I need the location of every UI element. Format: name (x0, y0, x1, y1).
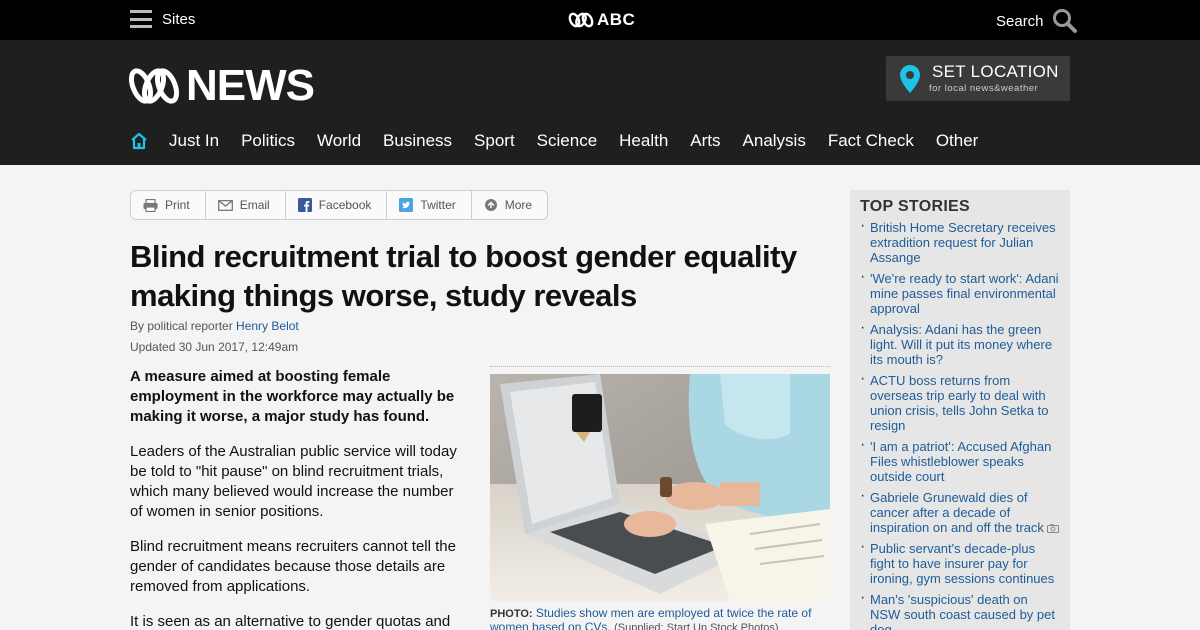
print-icon (143, 198, 158, 212)
top-stories-heading: TOP STORIES (860, 198, 971, 215)
top-story-link[interactable]: Man's 'suspicious' death on NSW south co… (860, 590, 1060, 630)
top-story-link[interactable]: British Home Secretary receives extradit… (860, 218, 1060, 265)
byline: By political reporter Henry Belot (130, 319, 299, 333)
abc-logo[interactable]: ABC (568, 10, 635, 30)
search-button[interactable]: Search (996, 8, 1078, 34)
article-body: A measure aimed at boosting female emplo… (130, 367, 462, 630)
email-label: Email (239, 198, 270, 212)
more-icon (484, 199, 497, 211)
top-story-link[interactable]: ACTU boss returns from overseas trip ear… (860, 371, 1060, 433)
location-pin-icon (900, 65, 920, 93)
nav-other[interactable]: Other (936, 131, 979, 151)
body-paragraph: Blind recruitment means recruiters canno… (130, 538, 456, 595)
top-story-link[interactable]: Public servant's decade-plus fight to ha… (860, 539, 1060, 586)
photo-credit: (Supplied: Start Up Stock Photos) (614, 622, 779, 630)
nav-fact-check[interactable]: Fact Check (828, 131, 914, 151)
abc-logo-icon (128, 68, 180, 104)
facebook-button[interactable]: Facebook (286, 191, 388, 219)
abc-news-logo[interactable]: NEWS (128, 61, 315, 110)
search-icon (1052, 9, 1077, 33)
more-label: More (504, 198, 533, 212)
updated-timestamp: Updated 30 Jun 2017, 12:49am (130, 340, 299, 354)
top-story-link[interactable]: 'I am a patriot': Accused Afghan Files w… (860, 437, 1060, 484)
nav-business[interactable]: Business (383, 131, 452, 151)
facebook-label: Facebook (318, 198, 372, 212)
article-photo: PHOTO: Studies show men are employed at … (490, 366, 830, 630)
search-label: Search (996, 12, 1044, 30)
print-label: Print (165, 198, 190, 212)
share-toolbar: Print Email Facebook Twitter More (130, 190, 549, 220)
main-nav: Just In Politics World Business Sport Sc… (130, 131, 1000, 151)
camera-icon (1046, 524, 1059, 534)
top-story-link[interactable]: Analysis: Adani has the green light. Wil… (860, 320, 1060, 367)
body-paragraph: It is seen as an alternative to gender q… (130, 613, 451, 630)
nav-health[interactable]: Health (619, 131, 668, 151)
set-location-button[interactable]: SET LOCATION for local news&weather (886, 56, 1070, 101)
top-stories-sidebar: TOP STORIES British Home Secretary recei… (850, 190, 1070, 630)
menu-icon (130, 10, 152, 28)
twitter-icon (399, 198, 414, 212)
twitter-label: Twitter (420, 198, 456, 212)
sites-menu-button[interactable]: Sites (130, 10, 195, 28)
email-icon (217, 199, 233, 211)
abc-logo-icon (568, 12, 594, 28)
set-location-title: SET LOCATION (932, 62, 1059, 81)
byline-prefix: By political reporter (130, 319, 237, 333)
top-story-link[interactable]: 'We're ready to start work': Adani mine … (860, 269, 1060, 316)
photo-image[interactable] (490, 374, 830, 601)
more-button[interactable]: More (472, 191, 547, 219)
top-bar: Sites ABC Search (0, 0, 1200, 40)
laptop-photo-illustration (490, 374, 830, 601)
nav-just-in[interactable]: Just In (169, 131, 219, 151)
news-logo-text: NEWS (186, 61, 315, 110)
twitter-button[interactable]: Twitter (387, 191, 472, 219)
author-link[interactable]: Henry Belot (236, 319, 299, 333)
nav-world[interactable]: World (317, 131, 361, 151)
set-location-subtitle: for local news&weather (929, 83, 1039, 94)
sites-label: Sites (162, 10, 196, 28)
print-button[interactable]: Print (131, 191, 206, 219)
top-story-link[interactable]: Gabriele Grunewald dies of cancer after … (860, 488, 1060, 535)
nav-science[interactable]: Science (537, 131, 597, 151)
site-header: NEWS SET LOCATION for local news&weather… (0, 40, 1200, 165)
top-stories-list: British Home Secretary receives extradit… (860, 218, 1060, 630)
home-icon[interactable] (130, 132, 148, 150)
lead-paragraph: A measure aimed at boosting female emplo… (130, 368, 455, 425)
email-button[interactable]: Email (206, 191, 286, 219)
photo-label: PHOTO: (490, 608, 533, 620)
nav-politics[interactable]: Politics (241, 131, 295, 151)
body-paragraph: Leaders of the Australian public service… (130, 443, 457, 520)
article-headline: Blind recruitment trial to boost gender … (130, 239, 797, 313)
nav-analysis[interactable]: Analysis (743, 131, 806, 151)
nav-arts[interactable]: Arts (690, 131, 720, 151)
abc-brand-text: ABC (597, 10, 636, 29)
facebook-icon (297, 198, 312, 212)
nav-sport[interactable]: Sport (474, 131, 515, 151)
top-story-text: Gabriele Grunewald dies of cancer after … (870, 490, 1044, 535)
photo-caption: PHOTO: Studies show men are employed at … (490, 607, 830, 630)
